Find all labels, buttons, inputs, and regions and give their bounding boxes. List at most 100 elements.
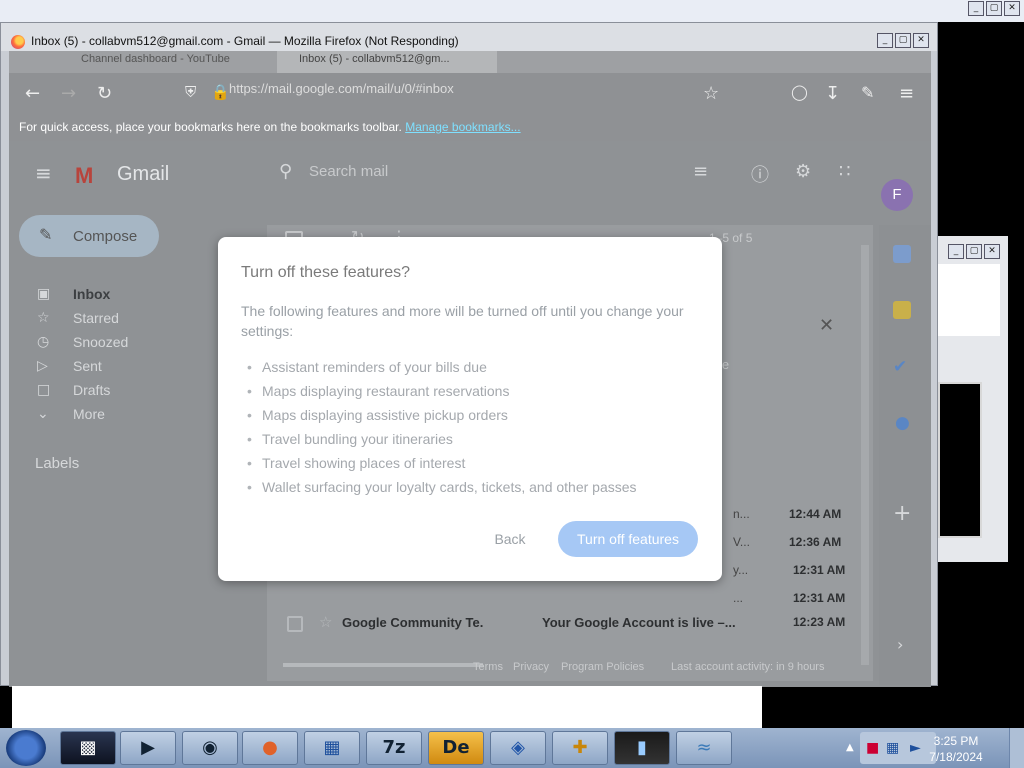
url-bar[interactable]: https://mail.google.com/mail/u/0/#inbox [229,81,454,96]
clock-time[interactable]: 3:25 PM [926,734,986,748]
maximize-button[interactable]: ▢ [895,33,911,48]
search-box[interactable]: ⚲ Search mail [273,155,673,191]
7z-icon[interactable]: 7z [366,731,422,765]
compose-button[interactable]: ✎ Compose [19,215,159,257]
network-icon[interactable]: ◈ [490,731,546,765]
minimize-button[interactable]: _ [968,1,984,16]
turn-off-features-dialog: Turn off these features? The following f… [218,237,722,581]
last-activity-text: Last account activity: in 9 hours [671,661,825,673]
privacy-link[interactable]: Privacy [513,661,549,673]
title-bar[interactable]: Inbox (5) - collabvm512@gmail.com - Gmai… [1,23,937,51]
media-player-icon[interactable]: ▶ [120,731,176,765]
maximize-button[interactable]: ▢ [966,244,982,259]
pencil-icon: ✎ [39,225,53,244]
back-button[interactable]: Back [480,523,540,555]
row-time: 12:23 AM [793,615,846,629]
reload-icon[interactable]: ↻ [97,83,112,104]
turn-off-features-button[interactable]: Turn off features [558,521,698,557]
close-button[interactable]: ✕ [984,244,1000,259]
terms-link[interactable]: Terms [473,661,503,673]
sidebar-item-sent[interactable]: ▷ Sent [9,355,209,379]
dolphin-icon[interactable]: ≈ [676,731,732,765]
close-button[interactable]: ✕ [913,33,929,48]
clock-date[interactable]: 7/18/2024 [926,750,986,764]
search-input[interactable]: Search mail [309,163,388,180]
virtualbox-icon[interactable]: ▦ [304,731,360,765]
de-label: De [442,737,470,758]
tray-volume-icon[interactable]: ► [910,740,921,756]
program-policies-link[interactable]: Program Policies [561,661,644,673]
minimize-button[interactable]: _ [948,244,964,259]
de-icon[interactable]: De [428,731,484,765]
sidebar-item-label: Starred [73,310,119,326]
sidebar-item-label: Sent [73,358,102,374]
dialog-description: The following features and more will be … [241,303,684,339]
expand-panel-icon[interactable]: › [897,635,903,654]
settings-gear-icon[interactable]: ⚙ [795,161,811,182]
tab-youtube[interactable]: Channel dashboard - YouTube [81,53,230,65]
lock-icon[interactable]: 🔒 [211,83,230,101]
firefox-icon[interactable]: ● [242,731,298,765]
terminal-icon[interactable]: ▩ [60,731,116,765]
row-snippet: ... [733,591,744,605]
row-time: 12:31 AM [793,591,846,605]
globe-icon[interactable]: ◉ [182,731,238,765]
window-controls: _ ▢ ✕ [877,33,929,48]
filter-options-icon[interactable]: ≡ [693,161,708,182]
row-checkbox[interactable] [287,616,303,632]
help-icon[interactable]: ⓘ [751,161,769,187]
hamburger-menu-icon[interactable]: ≡ [35,161,52,185]
notification-tray[interactable]: ■ ▦ ► [860,732,936,764]
tray-expand-icon[interactable]: ▲ [846,742,854,753]
bookmark-star-icon[interactable]: ☆ [703,83,719,104]
navigation-bar: ← → ↻ ⛨ 🔒 https://mail.google.com/mail/u… [9,73,931,115]
firefox-logo-icon [11,35,25,49]
row-snippet: n... [733,507,750,521]
compose-label: Compose [73,228,138,245]
list-item: Assistant reminders of your bills due [241,357,637,381]
table-row[interactable]: ☆ Google Community Te. Your Google Accou… [267,607,867,635]
secondary-window: _ ▢ ✕ [938,236,1008,562]
forward-arrow-icon[interactable]: → [61,83,76,104]
contacts-icon[interactable]: ● [895,413,910,433]
manage-bookmarks-link[interactable]: Manage bookmarks... [405,120,520,134]
x64-icon[interactable]: ✚ [552,731,608,765]
shield-icon[interactable]: ⛨ [185,83,196,101]
keep-icon[interactable] [893,301,911,319]
secondary-window-black-area [938,382,982,538]
tasks-icon[interactable]: ✔ [893,357,907,377]
gmail-logo-icon: M [75,163,94,188]
tray-network-icon[interactable]: ▦ [886,740,899,756]
star-icon[interactable]: ☆ [319,613,332,631]
show-desktop-button[interactable] [1009,728,1024,768]
start-button[interactable] [6,730,46,766]
dialog-title: Turn off these features? [241,264,410,281]
close-icon[interactable]: ✕ [819,315,834,336]
close-button[interactable]: ✕ [1004,1,1020,16]
menu-icon[interactable]: ≡ [899,83,914,104]
pocket-icon[interactable]: ◯ [791,83,808,101]
scrollbar[interactable] [861,245,869,665]
maximize-button[interactable]: ▢ [986,1,1002,16]
apps-grid-icon[interactable]: ∷ [839,161,850,182]
row-snippet: V... [733,535,750,549]
download-icon[interactable]: ↧ [825,83,840,104]
calendar-icon[interactable] [893,245,911,263]
back-arrow-icon[interactable]: ← [25,83,40,104]
sidebar-item-inbox[interactable]: ▣ Inbox [9,283,209,307]
sidebar-item-drafts[interactable]: □ Drafts [9,379,209,403]
sidebar-item-more[interactable]: ⌄ More [9,403,209,427]
row-time: 12:44 AM [789,507,842,521]
avatar[interactable]: F [881,179,913,211]
taskbar: ▩ ▶ ◉ ● ▦ 7z De ◈ ✚ ▮ ≈ ▲ ■ ▦ ► 3:25 PM … [0,728,1024,768]
row-snippet: Your Google Account is live –... [542,615,736,630]
add-addon-icon[interactable]: + [893,501,911,526]
desktop-top-strip: _ ▢ ✕ [0,0,1024,22]
extensions-icon[interactable]: ✎ [861,83,874,102]
minimize-button[interactable]: _ [877,33,893,48]
tab-gmail[interactable]: Inbox (5) - collabvm512@gm... [277,51,497,73]
monitor-icon[interactable]: ▮ [614,731,670,765]
sidebar-item-snoozed[interactable]: ◷ Snoozed [9,331,209,355]
sidebar-item-starred[interactable]: ☆ Starred [9,307,209,331]
tray-app-icon[interactable]: ■ [866,740,879,756]
